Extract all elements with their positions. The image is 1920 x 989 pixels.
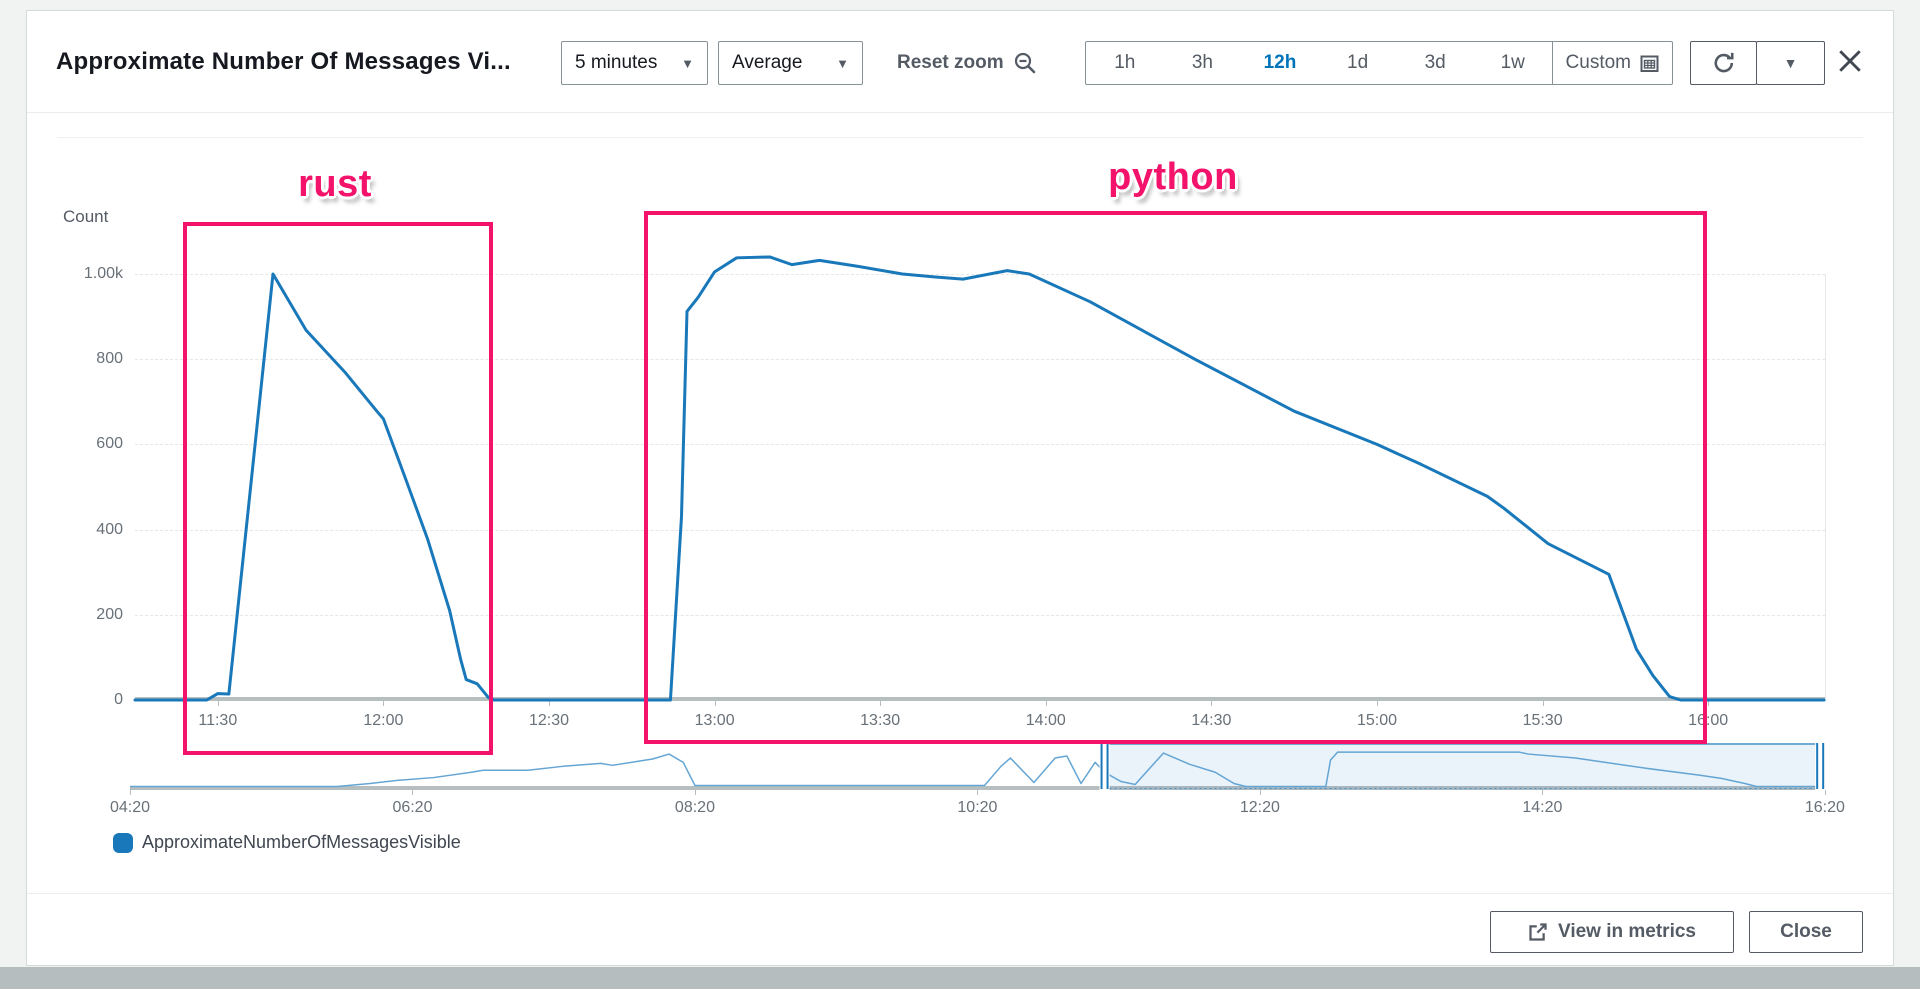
- brush-tick-16:20: 16:20: [1785, 799, 1865, 817]
- brush-tickmark-10:20: [977, 790, 978, 795]
- time-range-group: 1h3h12h1d3d1w Custom: [1085, 41, 1673, 85]
- x-tickmark-12:30: [549, 701, 550, 706]
- x-tick-14:00: 14:00: [1006, 712, 1086, 730]
- close-icon[interactable]: [1835, 46, 1865, 76]
- reset-zoom-label: Reset zoom: [897, 52, 1004, 74]
- period-dropdown[interactable]: 5 minutes ▼: [561, 41, 708, 85]
- period-dropdown-value: 5 minutes: [575, 52, 657, 74]
- gridline-1.00k: [135, 274, 1825, 275]
- range-button-12h[interactable]: 12h: [1241, 42, 1319, 84]
- legend: ApproximateNumberOfMessagesVisible: [113, 832, 461, 853]
- chevron-down-icon: ▼: [1784, 55, 1798, 71]
- y-tick-0: 0: [40, 691, 123, 709]
- annotation-label-rust: rust: [270, 163, 400, 206]
- brush-tickmark-12:20: [1260, 790, 1261, 795]
- modal-title: Approximate Number Of Messages Vi...: [56, 48, 511, 76]
- brush-tick-04:20: 04:20: [90, 799, 170, 817]
- x-tickmark-14:00: [1046, 701, 1047, 706]
- gridline-200: [135, 615, 1825, 616]
- brush-tickmark-16:20: [1825, 790, 1826, 795]
- brush-tick-14:20: 14:20: [1502, 799, 1582, 817]
- x-tickmark-14:30: [1211, 701, 1212, 706]
- statistic-dropdown[interactable]: Average ▼: [718, 41, 863, 85]
- range-button-1h[interactable]: 1h: [1086, 42, 1164, 84]
- range-button-1w[interactable]: 1w: [1474, 42, 1552, 84]
- x-tickmark-13:30: [880, 701, 881, 706]
- view-in-metrics-button[interactable]: View in metrics: [1490, 911, 1734, 953]
- y-tick-600: 600: [40, 435, 123, 453]
- brush-tickmark-14:20: [1542, 790, 1543, 795]
- main-x-axis: [135, 697, 1825, 701]
- close-button[interactable]: Close: [1749, 911, 1863, 953]
- statistic-dropdown-value: Average: [732, 52, 802, 74]
- x-tick-15:00: 15:00: [1337, 712, 1417, 730]
- brush-tickmark-06:20: [412, 790, 413, 795]
- x-tickmark-16:00: [1708, 701, 1709, 706]
- header-divider: [27, 112, 1893, 113]
- custom-range-button[interactable]: Custom: [1552, 42, 1672, 84]
- x-tick-14:30: 14:30: [1171, 712, 1251, 730]
- chevron-down-icon: ▼: [681, 56, 694, 71]
- y-tick-1.00k: 1.00k: [40, 265, 123, 283]
- x-tickmark-15:00: [1377, 701, 1378, 706]
- x-tick-12:30: 12:30: [509, 712, 589, 730]
- page: Approximate Number Of Messages Vi... 5 m…: [0, 0, 1920, 989]
- x-glyph: [1837, 48, 1863, 74]
- calendar-icon: [1640, 54, 1659, 73]
- brush-tick-12:20: 12:20: [1220, 799, 1300, 817]
- gridline-400: [135, 530, 1825, 531]
- gridline-800: [135, 359, 1825, 360]
- y-tick-200: 200: [40, 606, 123, 624]
- refresh-button[interactable]: [1690, 41, 1757, 85]
- custom-range-label: Custom: [1566, 52, 1631, 74]
- x-tickmark-15:30: [1543, 701, 1544, 706]
- footer-divider: [27, 893, 1893, 894]
- x-tickmark-13:00: [715, 701, 716, 706]
- metric-detail-modal: [26, 10, 1894, 966]
- x-tickmark-11:30: [218, 701, 219, 706]
- y-tick-800: 800: [40, 350, 123, 368]
- x-tick-13:30: 13:30: [840, 712, 920, 730]
- annotation-label-python: python: [1088, 156, 1258, 199]
- external-link-icon: [1528, 922, 1548, 942]
- range-button-1d[interactable]: 1d: [1319, 42, 1397, 84]
- range-button-3h[interactable]: 3h: [1164, 42, 1242, 84]
- refresh-icon: [1711, 50, 1737, 76]
- content-divider: [57, 137, 1863, 138]
- y-tick-400: 400: [40, 521, 123, 539]
- view-in-metrics-label: View in metrics: [1558, 921, 1696, 943]
- brush-tickmark-04:20: [130, 790, 131, 795]
- plot-right-edge: [1825, 274, 1826, 698]
- x-tick-16:00: 16:00: [1668, 712, 1748, 730]
- legend-label: ApproximateNumberOfMessagesVisible: [142, 832, 461, 853]
- legend-color-swatch: [113, 833, 133, 853]
- x-tick-11:30: 11:30: [178, 712, 258, 730]
- refresh-options-button[interactable]: ▼: [1756, 41, 1825, 85]
- close-button-label: Close: [1780, 921, 1832, 943]
- brush-tick-06:20: 06:20: [372, 799, 452, 817]
- brush-tickmark-08:20: [695, 790, 696, 795]
- zoom-out-icon: [1013, 51, 1037, 75]
- y-axis-title: Count: [63, 207, 108, 227]
- bottom-band: [0, 967, 1920, 989]
- brush-tick-08:20: 08:20: [655, 799, 735, 817]
- brush-tick-10:20: 10:20: [937, 799, 1017, 817]
- gridline-600: [135, 444, 1825, 445]
- x-tick-15:30: 15:30: [1503, 712, 1583, 730]
- x-tickmark-12:00: [383, 701, 384, 706]
- reset-zoom-button[interactable]: Reset zoom: [897, 41, 1037, 85]
- x-tick-12:00: 12:00: [343, 712, 423, 730]
- x-tick-13:00: 13:00: [675, 712, 755, 730]
- chevron-down-icon: ▼: [836, 56, 849, 71]
- range-button-3d[interactable]: 3d: [1396, 42, 1474, 84]
